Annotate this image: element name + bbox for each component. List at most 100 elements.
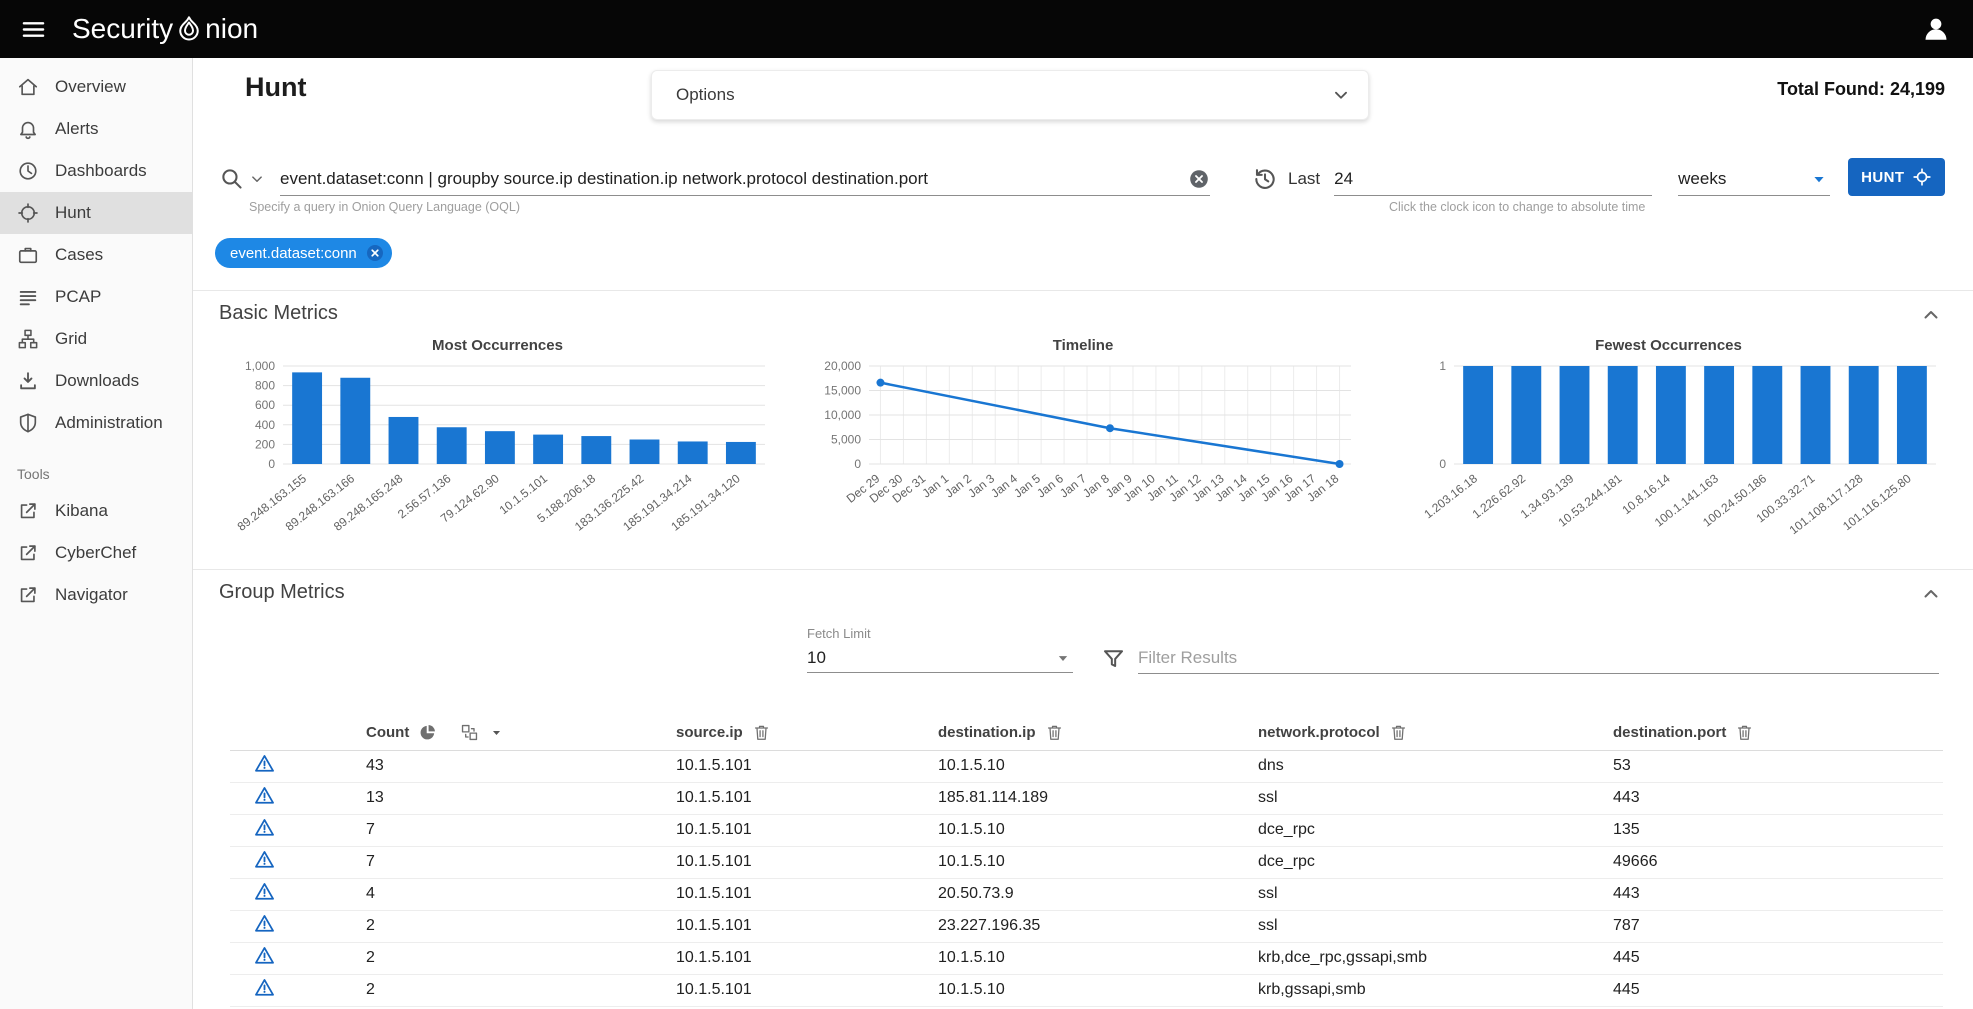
clear-query-icon[interactable] [1188,168,1210,190]
sidebar-item-navigator[interactable]: Navigator [0,574,192,616]
pie-chart-icon[interactable] [418,723,437,742]
chart-canvas: 011.203.16.181.226.62.921.34.93.13910.53… [1386,356,1946,561]
group-metrics-table: Count source.ip [230,716,1943,1007]
home-icon [17,76,39,98]
duration-input[interactable] [1334,169,1652,189]
caret-down-icon [1053,648,1073,668]
external-link-icon [17,542,39,564]
svg-text:15,000: 15,000 [824,384,861,398]
onion-icon [174,14,204,44]
table-header-row: Count source.ip [230,716,1943,750]
duration-unit-select[interactable]: weeks [1678,162,1830,196]
table-row[interactable]: 710.1.5.10110.1.5.10dce_rpc49666 [230,846,1943,878]
time-history-icon[interactable] [1252,166,1278,192]
trash-icon[interactable] [1045,723,1064,742]
external-link-icon [17,584,39,606]
caret-down-icon[interactable] [488,724,505,741]
collapse-group-metrics-icon[interactable] [1919,582,1943,606]
sidebar-item-dashboards[interactable]: Dashboards [0,150,192,192]
svg-text:400: 400 [255,418,275,432]
warning-icon[interactable] [254,881,275,902]
svg-text:800: 800 [255,379,275,393]
app-logo: Security nion [72,13,258,45]
query-history-caret-icon[interactable] [248,170,266,188]
total-found: Total Found: 24,199 [1777,79,1945,100]
chip-close-icon[interactable] [365,243,385,263]
svg-text:600: 600 [255,398,275,412]
downloads-icon [17,370,39,392]
hunt-button[interactable]: HUNT [1848,158,1945,196]
warning-icon[interactable] [254,849,275,870]
dashboards-icon [17,160,39,182]
group-by-icon[interactable] [460,723,479,742]
table-row[interactable]: 210.1.5.10123.227.196.35ssl787 [230,910,1943,942]
query-helper-text: Specify a query in Onion Query Language … [249,200,520,214]
collapse-basic-metrics-icon[interactable] [1919,303,1943,327]
group-metrics-section: Group Metrics Fetch Limit 10 [193,569,1973,1009]
column-destination-port: destination.port [1605,716,1943,750]
search-icon[interactable] [219,166,244,191]
pcap-icon [17,286,39,308]
filter-results-row [1101,642,1939,674]
fetch-limit-label: Fetch Limit [807,626,1073,641]
fetch-limit-field: Fetch Limit 10 [807,626,1073,673]
sidebar-item-kibana[interactable]: Kibana [0,490,192,532]
crosshair-plus-icon [1912,167,1932,187]
table-row[interactable]: 210.1.5.10110.1.5.10krb,gssapi,smb445 [230,974,1943,1006]
sidebar-item-cyberchef[interactable]: CyberChef [0,532,192,574]
sidebar-item-label: Administration [55,413,163,433]
trash-icon[interactable] [1735,723,1754,742]
table-row[interactable]: 210.1.5.10110.1.5.10krb,dce_rpc,gssapi,s… [230,942,1943,974]
chart-title: Most Occurrences [215,337,780,354]
menu-icon[interactable] [20,16,47,43]
warning-icon[interactable] [254,913,275,934]
filter-results-input[interactable] [1138,648,1939,668]
page-title: Hunt [245,72,306,103]
table-row[interactable]: 710.1.5.10110.1.5.10dce_rpc135 [230,814,1943,846]
svg-text:0: 0 [268,457,275,471]
sidebar-item-overview[interactable]: Overview [0,66,192,108]
chart-canvas: 05,00010,00015,00020,000Dec 29Dec 30Dec … [801,356,1361,561]
column-source-ip-label: source.ip [676,724,743,741]
sidebar-item-pcap[interactable]: PCAP [0,276,192,318]
sidebar-item-label: Downloads [55,371,139,391]
trash-icon[interactable] [752,723,771,742]
warning-icon[interactable] [254,785,275,806]
table-row[interactable]: 410.1.5.10120.50.73.9ssl443 [230,878,1943,910]
column-destination-port-label: destination.port [1613,724,1726,741]
filter-chip[interactable]: event.dataset:conn [215,238,392,268]
table-row[interactable]: 4310.1.5.10110.1.5.10dns53 [230,750,1943,782]
hunt-icon [17,202,39,224]
warning-icon[interactable] [254,753,275,774]
sidebar: OverviewAlertsDashboardsHunt Cases PCAPGri… [0,58,193,1009]
fetch-limit-value: 10 [807,648,826,668]
warning-icon[interactable] [254,817,275,838]
svg-text:0: 0 [1439,457,1446,471]
sidebar-item-administration[interactable]: Administration [0,402,192,444]
sidebar-item-label: Cases [55,245,103,265]
options-label: Options [676,85,735,105]
sidebar-item-hunt[interactable]: Hunt [0,192,192,234]
brand-text-prefix: Security [72,13,173,45]
filter-chip-label: event.dataset:conn [230,245,357,262]
column-destination-ip-label: destination.ip [938,724,1036,741]
query-input[interactable] [280,169,1188,189]
fetch-limit-select[interactable]: 10 [807,643,1073,673]
total-found-label: Total Found: [1777,79,1885,99]
caret-down-icon [1808,168,1830,190]
sidebar-item-cases[interactable]: Cases [0,234,192,276]
total-found-value: 24,199 [1890,79,1945,99]
user-icon[interactable] [1921,14,1951,44]
svg-text:1,000: 1,000 [245,359,275,373]
options-dropdown[interactable]: Options [651,70,1369,120]
warning-icon[interactable] [254,977,275,998]
basic-metrics-section: Basic Metrics Most Occurrences0200400600… [193,290,1973,569]
sidebar-item-downloads[interactable]: Downloads [0,360,192,402]
warning-icon[interactable] [254,945,275,966]
sidebar-item-grid[interactable]: Grid [0,318,192,360]
duration-field [1334,162,1652,196]
table-row[interactable]: 1310.1.5.101185.81.114.189ssl443 [230,782,1943,814]
sidebar-item-alerts[interactable]: Alerts [0,108,192,150]
trash-icon[interactable] [1389,723,1408,742]
chart-title: Timeline [801,337,1366,354]
